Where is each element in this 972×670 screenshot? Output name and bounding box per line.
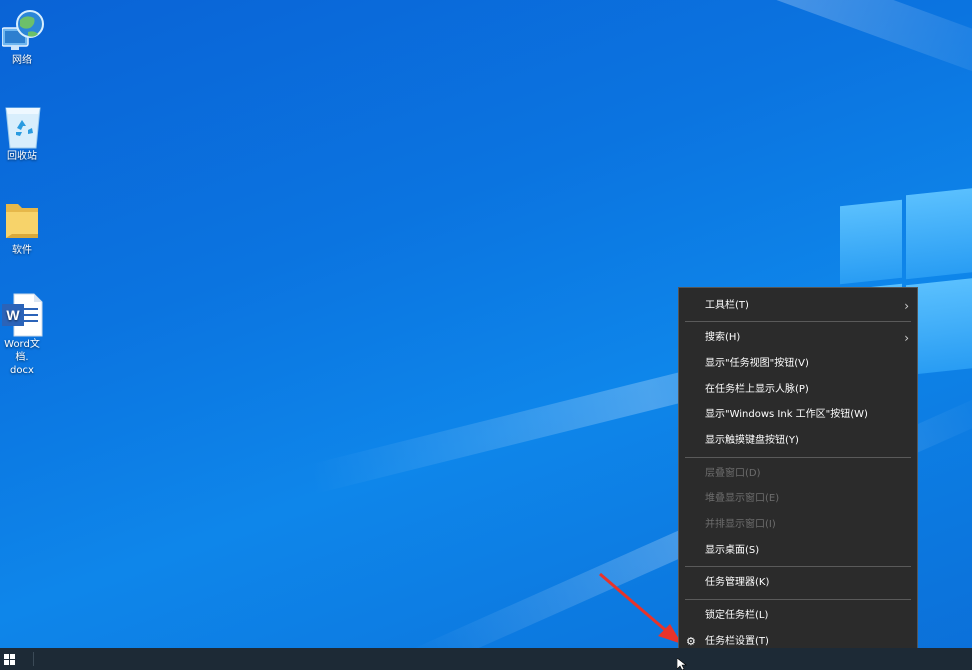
menu-separator (685, 457, 911, 458)
menu-item-label: 任务栏设置(T) (705, 636, 769, 647)
svg-text:W: W (6, 307, 20, 323)
menu-item-show-people[interactable]: 在任务栏上显示人脉(P) (679, 378, 917, 402)
menu-separator (685, 321, 911, 322)
menu-item-label: 堆叠显示窗口(E) (705, 493, 780, 504)
desktop-icon-label: Word文档. (4, 339, 40, 363)
desktop-icon-network[interactable]: 网络 (0, 8, 44, 67)
menu-item-search[interactable]: 搜索(H) › (679, 326, 917, 350)
menu-item-label: 层叠窗口(D) (705, 468, 761, 479)
menu-item-label: 在任务栏上显示人脉(P) (705, 384, 809, 395)
desktop-icon-label: docx (10, 365, 34, 376)
taskbar-divider (33, 652, 34, 666)
menu-item-label: 显示桌面(S) (705, 545, 760, 556)
desktop-icon-label: 回收站 (7, 151, 37, 162)
menu-item-lock-taskbar[interactable]: 锁定任务栏(L) (679, 604, 917, 628)
menu-item-label: 显示触摸键盘按钮(Y) (705, 435, 799, 446)
desktop-icon-folder[interactable]: 软件 (0, 198, 44, 257)
menu-item-label: 锁定任务栏(L) (705, 610, 769, 621)
folder-icon (2, 198, 42, 242)
menu-item-label: 任务管理器(K) (705, 577, 770, 588)
taskbar[interactable] (0, 648, 972, 670)
recycle-bin-icon (2, 104, 42, 149)
menu-item-label: 并排显示窗口(I) (705, 519, 776, 530)
menu-item-toolbars[interactable]: 工具栏(T) › (679, 294, 917, 318)
taskbar-context-menu: 工具栏(T) › 搜索(H) › 显示"任务视图"按钮(V) 在任务栏上显示人脉… (678, 287, 918, 660)
menu-item-side-by-side: 并排显示窗口(I) (679, 513, 917, 537)
light-beam (491, 0, 972, 102)
network-icon (1, 8, 44, 52)
annotation-arrow-icon (599, 572, 682, 644)
windows-start-icon[interactable] (4, 654, 15, 665)
menu-item-label: 工具栏(T) (705, 300, 749, 311)
desktop-icon-label: 软件 (12, 245, 32, 256)
desktop-icon-label: 网络 (12, 55, 32, 66)
desktop-icon-word-doc[interactable]: W Word文档. docx (0, 292, 44, 377)
menu-item-label: 搜索(H) (705, 332, 741, 343)
menu-separator (685, 566, 911, 567)
mouse-cursor-icon (677, 658, 687, 670)
menu-item-label: 显示"Windows Ink 工作区"按钮(W) (705, 409, 868, 420)
word-document-icon: W (2, 292, 43, 337)
menu-item-show-task-view[interactable]: 显示"任务视图"按钮(V) (679, 352, 917, 376)
desktop-icon-recycle-bin[interactable]: 回收站 (0, 104, 44, 163)
menu-item-show-desktop[interactable]: 显示桌面(S) (679, 539, 917, 563)
menu-item-show-ink[interactable]: 显示"Windows Ink 工作区"按钮(W) (679, 403, 917, 427)
menu-item-label: 显示"任务视图"按钮(V) (705, 358, 809, 369)
menu-item-stacked: 堆叠显示窗口(E) (679, 487, 917, 511)
menu-item-task-manager[interactable]: 任务管理器(K) (679, 571, 917, 595)
menu-separator (685, 599, 911, 600)
menu-item-cascade: 层叠窗口(D) (679, 462, 917, 486)
menu-item-show-touch-keyboard[interactable]: 显示触摸键盘按钮(Y) (679, 429, 917, 453)
chevron-right-icon: › (904, 331, 909, 345)
chevron-right-icon: › (904, 299, 909, 313)
